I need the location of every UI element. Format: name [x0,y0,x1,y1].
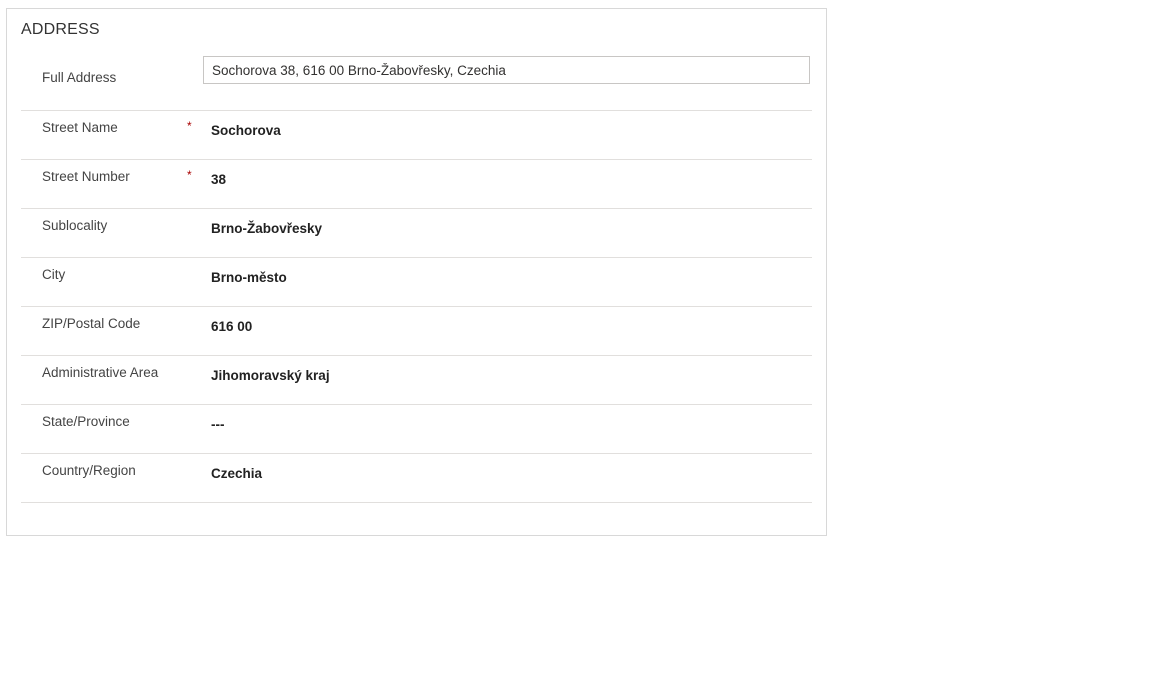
field-row-city: City Brno-město [21,258,812,307]
field-label-state-province: State/Province [42,414,130,429]
required-indicator: * [187,168,192,182]
street-number-value[interactable]: 38 [211,171,226,189]
field-label-administrative-area: Administrative Area [42,365,159,380]
administrative-area-value[interactable]: Jihomoravský kraj [211,367,330,385]
field-row-state-province: State/Province --- [21,405,812,454]
state-province-value[interactable]: --- [211,416,225,434]
field-label-street-number: Street Number [42,169,130,184]
sublocality-value[interactable]: Brno-Žabovřesky [211,220,322,238]
address-section: ADDRESS Full Address Street Name * Socho… [6,8,827,536]
field-row-street-number: Street Number * 38 [21,160,812,209]
field-label-street-name: Street Name [42,120,118,135]
field-label-zip: ZIP/Postal Code [42,316,141,331]
required-indicator: * [187,119,192,133]
city-value[interactable]: Brno-město [211,269,287,287]
field-label-full-address: Full Address [42,70,117,85]
zip-value[interactable]: 616 00 [211,318,252,336]
section-title: ADDRESS [21,21,100,38]
field-row-country-region: Country/Region Czechia [21,454,812,503]
field-row-full-address: Full Address [21,56,812,111]
street-name-value[interactable]: Sochorova [211,122,281,140]
field-row-zip: ZIP/Postal Code 616 00 [21,307,812,356]
field-label-city: City [42,267,66,282]
field-row-administrative-area: Administrative Area Jihomoravský kraj [21,356,812,405]
field-label-sublocality: Sublocality [42,218,108,233]
field-row-sublocality: Sublocality Brno-Žabovřesky [21,209,812,258]
full-address-input[interactable] [203,56,810,84]
field-label-country-region: Country/Region [42,463,136,478]
country-region-value[interactable]: Czechia [211,465,262,483]
field-row-street-name: Street Name * Sochorova [21,111,812,160]
address-fields: Full Address Street Name * Sochorova Str… [21,56,812,503]
